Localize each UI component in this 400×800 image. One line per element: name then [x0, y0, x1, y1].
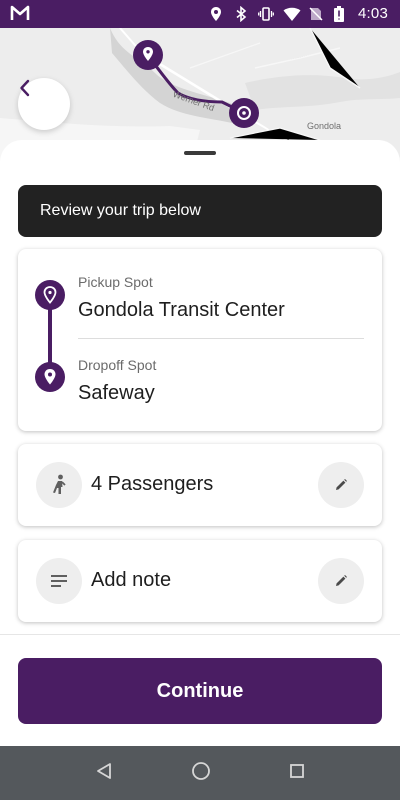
- location-icon: [208, 6, 224, 22]
- trip-review-sheet: Review your trip below Pickup Spot Gondo…: [0, 140, 400, 746]
- clock-time: 4:03: [358, 5, 388, 22]
- pencil-icon: [336, 575, 347, 586]
- passenger-person-icon: [36, 462, 82, 508]
- bluetooth-icon: [233, 5, 249, 22]
- add-note-text: Add note: [91, 569, 172, 591]
- no-sim-icon: [308, 6, 324, 22]
- edit-note-button[interactable]: [318, 558, 364, 604]
- battery-icon: [333, 5, 349, 22]
- system-navigation-bar: [0, 746, 400, 800]
- chevron-left-icon: [20, 79, 30, 97]
- map-town-label: Gondola: [307, 121, 342, 131]
- wifi-icon: [283, 6, 301, 22]
- dropoff-spot-value: Safeway: [78, 382, 155, 404]
- trip-card: Pickup Spot Gondola Transit Center Dropo…: [18, 249, 382, 431]
- map-pickup-marker: [133, 40, 163, 70]
- note-row[interactable]: Add note: [18, 540, 382, 622]
- home-circle-icon[interactable]: [191, 761, 211, 786]
- vibrate-icon: [258, 6, 274, 22]
- back-button[interactable]: [18, 78, 70, 130]
- dropoff-spot-label: Dropoff Spot: [78, 357, 157, 373]
- review-banner: Review your trip below: [18, 185, 382, 237]
- recents-square-icon[interactable]: [289, 763, 305, 784]
- edit-passengers-button[interactable]: [318, 462, 364, 508]
- dropoff-location-pin-icon: [35, 362, 65, 392]
- sheet-divider: [0, 634, 400, 635]
- continue-button-label: Continue: [156, 679, 244, 702]
- gmail-icon: [10, 4, 30, 27]
- spot-divider: [78, 338, 364, 339]
- status-bar: 4:03: [0, 0, 400, 28]
- pencil-icon: [336, 479, 347, 490]
- continue-button[interactable]: Continue: [18, 658, 382, 724]
- passengers-count: 4 Passengers: [91, 473, 214, 495]
- notes-lines-icon: [36, 558, 82, 604]
- pickup-spot-label: Pickup Spot: [78, 274, 153, 290]
- map-dropoff-marker: [229, 98, 259, 128]
- pickup-location-pin-icon: [35, 280, 65, 310]
- review-banner-text: Review your trip below: [40, 202, 201, 219]
- sheet-drag-handle[interactable]: [184, 151, 216, 155]
- back-triangle-icon[interactable]: [95, 762, 113, 785]
- pickup-spot-value: Gondola Transit Center: [78, 299, 285, 321]
- passengers-row[interactable]: 4 Passengers: [18, 444, 382, 526]
